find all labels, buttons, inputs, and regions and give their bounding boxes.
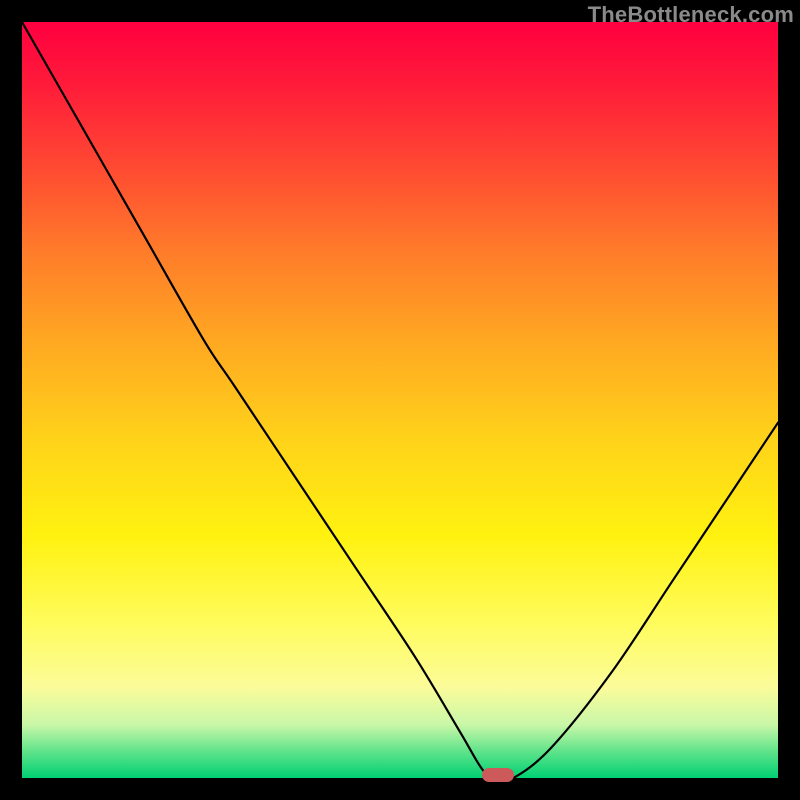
chart-frame: TheBottleneck.com [0,0,800,800]
optimal-marker [482,768,514,782]
bottleneck-curve [22,22,778,778]
plot-area [22,22,778,778]
watermark-text: TheBottleneck.com [588,2,794,28]
